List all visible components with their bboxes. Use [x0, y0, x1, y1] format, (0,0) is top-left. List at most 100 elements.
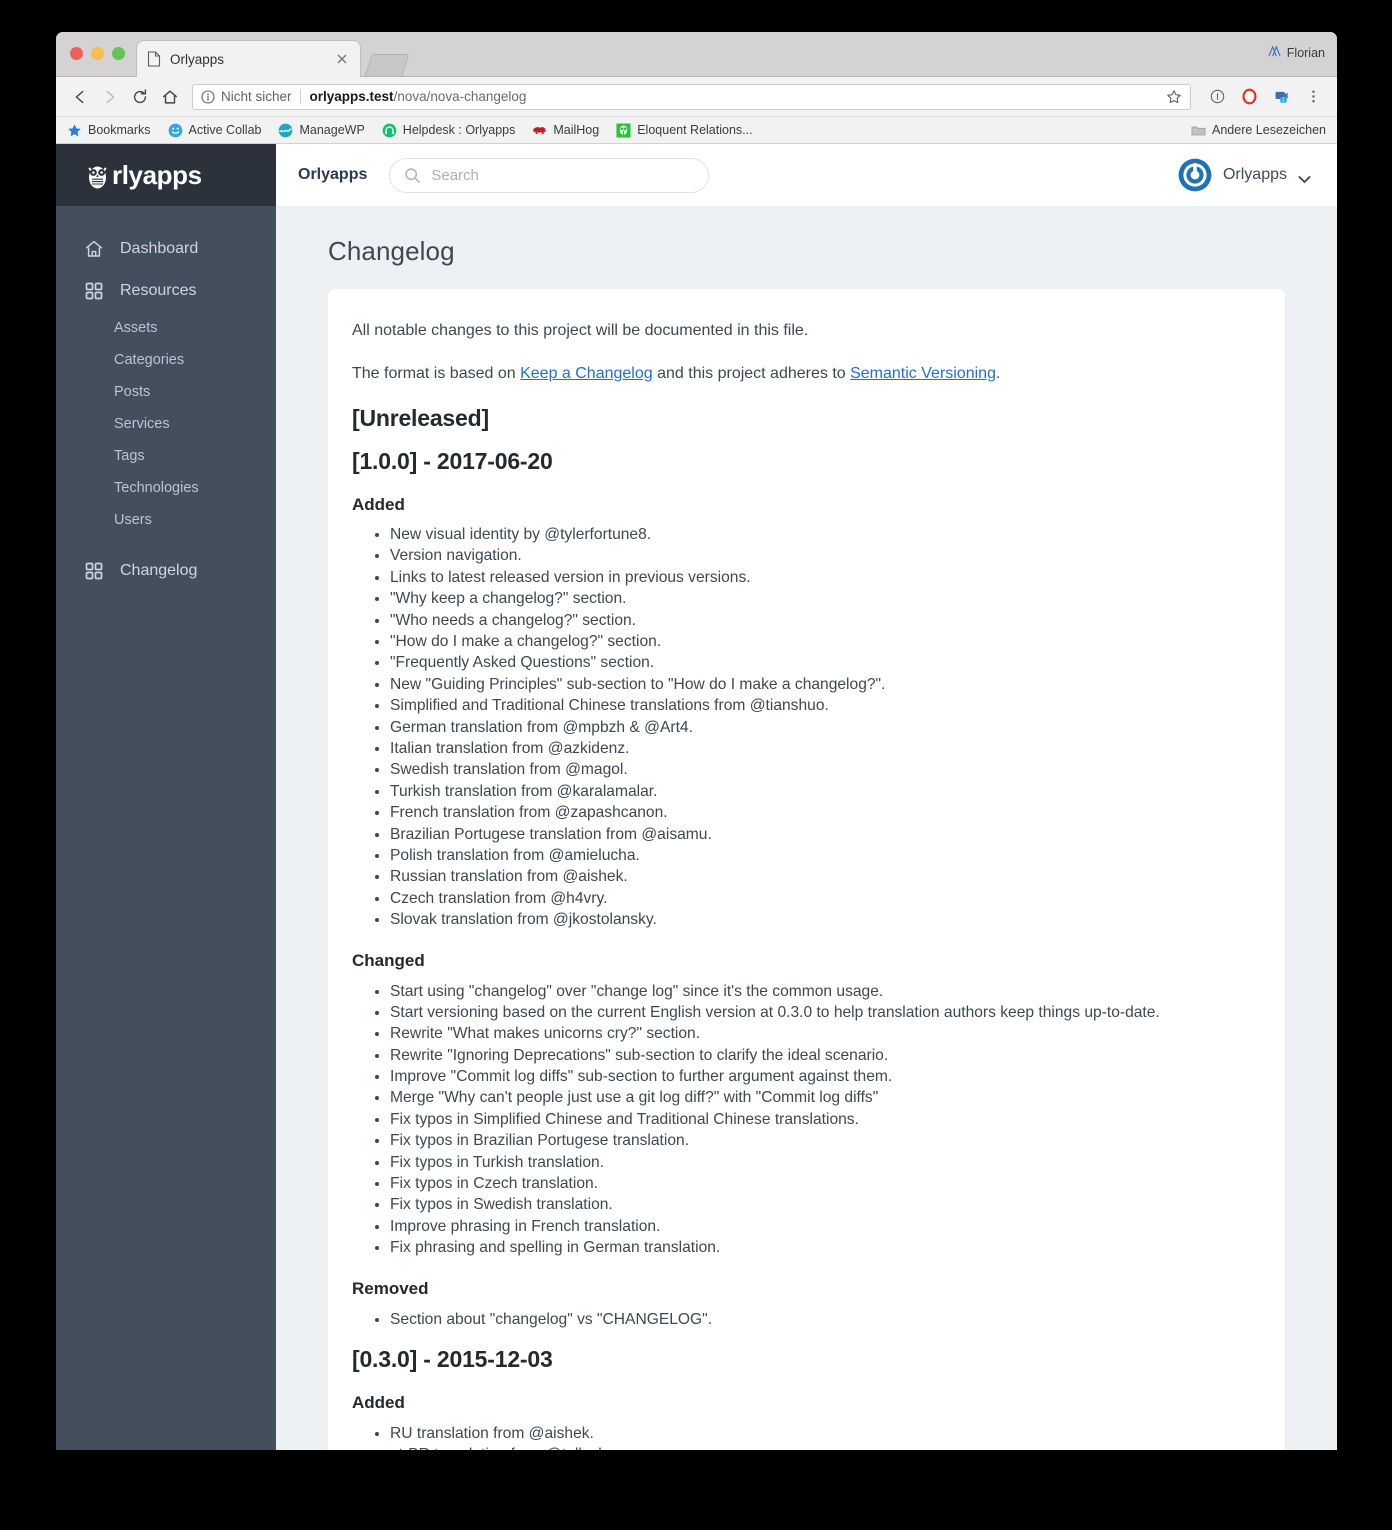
extension-cast-icon[interactable]: 1 — [1267, 83, 1295, 111]
forward-button[interactable] — [96, 83, 124, 111]
logo-text: rlyapps — [112, 159, 202, 190]
address-bar[interactable]: Nicht sicher orlyapps.test /nova/nova-ch… — [192, 83, 1191, 110]
window-controls[interactable] — [70, 47, 125, 60]
app-topbar: Orlyapps Search Orlyapps — [276, 144, 1337, 206]
browser-toolbar: Nicht sicher orlyapps.test /nova/nova-ch… — [56, 77, 1337, 117]
maximize-window-button[interactable] — [112, 47, 125, 60]
sidebar-item-assets[interactable]: Assets — [56, 312, 276, 344]
list-item: Start using "changelog" over "change log… — [390, 981, 1247, 1002]
brand-label[interactable]: Orlyapps — [298, 166, 367, 184]
new-tab-button[interactable] — [364, 54, 410, 76]
bookmark-item-bookmarks[interactable]: Bookmarks — [67, 123, 151, 138]
sidebar-item-users[interactable]: Users — [56, 504, 276, 536]
tab-strip: Orlyapps Florian — [56, 32, 1337, 77]
keep-a-changelog-link[interactable]: Keep a Changelog — [520, 365, 653, 382]
url-path: /nova/nova-changelog — [393, 89, 527, 104]
changelog-card: All notable changes to this project will… — [328, 289, 1285, 1450]
back-button[interactable] — [66, 83, 94, 111]
change-list: RU translation from @aishek.pt-BR transl… — [352, 1423, 1247, 1450]
list-item: "Why keep a changelog?" section. — [390, 589, 1247, 610]
other-bookmarks-folder[interactable]: Andere Lesezeichen — [1191, 123, 1326, 138]
bookmark-item-active-collab[interactable]: Active Collab — [168, 123, 262, 138]
list-item: Merge "Why can't people just use a git l… — [390, 1088, 1247, 1109]
list-item: Fix typos in Czech translation. — [390, 1174, 1247, 1195]
info-circle-icon[interactable] — [201, 89, 215, 104]
change-group-heading: Added — [352, 494, 405, 514]
semantic-versioning-link[interactable]: Semantic Versioning — [850, 365, 996, 382]
change-group-heading: Changed — [352, 951, 425, 971]
sidebar-item-dashboard[interactable]: Dashboard — [56, 228, 276, 270]
list-item: Simplified and Traditional Chinese trans… — [390, 696, 1247, 717]
list-item: "Who needs a changelog?" section. — [390, 610, 1247, 631]
sidebar-nav: Dashboard Resources Assets Categories Po… — [56, 206, 276, 592]
user-name: Orlyapps — [1222, 166, 1287, 183]
list-item: Fix typos in Turkish translation. — [390, 1152, 1247, 1173]
bookmark-star-icon[interactable] — [1166, 89, 1182, 105]
bookmark-item-helpdesk[interactable]: Helpdesk : Orlyapps — [382, 123, 515, 138]
search-placeholder: Search — [431, 166, 479, 184]
page-title: Changelog — [328, 236, 455, 266]
sidebar-item-services[interactable]: Services — [56, 408, 276, 440]
sidebar-item-label: Dashboard — [120, 240, 199, 257]
close-window-button[interactable] — [70, 47, 83, 60]
list-item: Brazilian Portugese translation from @ai… — [390, 824, 1247, 845]
list-item: Slovak translation from @jkostolansky. — [390, 910, 1247, 931]
bookmark-item-eloquent-relations[interactable]: Eloquent Relations... — [616, 122, 753, 138]
list-item: Rewrite "What makes unicorns cry?" secti… — [390, 1024, 1247, 1045]
list-item: Russian translation from @aishek. — [390, 867, 1247, 888]
managewp-icon — [278, 123, 293, 138]
security-status-label: Nicht sicher — [221, 89, 292, 104]
list-item: pt-BR translation from @tallesl. — [390, 1445, 1247, 1450]
version-heading: [Unreleased] — [352, 404, 489, 431]
list-item: Turkish translation from @karalamalar. — [390, 781, 1247, 802]
sidebar-item-technologies[interactable]: Technologies — [56, 472, 276, 504]
owl-logo-icon — [84, 161, 111, 190]
change-group-heading: Removed — [352, 1279, 429, 1299]
profile-indicator[interactable]: Florian — [1268, 45, 1325, 61]
bookmark-item-mailhog[interactable]: MailHog — [532, 123, 599, 138]
list-item: Fix typos in Simplified Chinese and Trad… — [390, 1109, 1247, 1130]
sidebar-item-resources[interactable]: Resources — [56, 270, 276, 312]
helpdesk-icon — [382, 123, 397, 138]
intro-paragraph-1: All notable changes to this project will… — [352, 322, 809, 339]
sidebar-header: rlyapps — [56, 144, 276, 206]
list-item: Czech translation from @h4vry. — [390, 888, 1247, 909]
sidebar-item-changelog[interactable]: Changelog — [56, 550, 276, 592]
list-item: "Frequently Asked Questions" section. — [390, 653, 1247, 674]
list-item: Swedish translation from @magol. — [390, 760, 1247, 781]
browser-tab[interactable]: Orlyapps — [136, 40, 361, 77]
changelog-sections: [Unreleased] [1.0.0] - 2017-06-20 Added New… — [352, 405, 1247, 1450]
change-list: Start using "changelog" over "change log… — [352, 981, 1247, 1259]
list-item: German translation from @mpbzh & @Art4. — [390, 717, 1247, 738]
chevron-down-icon[interactable] — [1298, 171, 1311, 183]
toolbar-extensions: 1 — [1199, 83, 1327, 111]
extension-info-icon[interactable] — [1203, 83, 1231, 111]
search-input[interactable]: Search — [389, 157, 710, 193]
sidebar-item-posts[interactable]: Posts — [56, 376, 276, 408]
extension-opera-icon[interactable] — [1235, 83, 1263, 111]
close-tab-icon[interactable] — [334, 51, 350, 67]
avatar — [1178, 158, 1212, 192]
reload-button[interactable] — [126, 83, 154, 111]
home-button[interactable] — [156, 83, 184, 111]
sidebar-item-categories[interactable]: Categories — [56, 344, 276, 376]
app-logo[interactable]: rlyapps — [84, 160, 202, 191]
chrome-menu-button[interactable] — [1299, 83, 1327, 111]
sidebar-item-tags[interactable]: Tags — [56, 440, 276, 472]
omnibox-divider — [299, 89, 301, 104]
bookmark-label: Active Collab — [188, 123, 262, 137]
user-menu[interactable]: Orlyapps — [1178, 158, 1311, 192]
intro-post: . — [995, 364, 1001, 382]
browser-window: Orlyapps Florian Nicht sicher orlyapps.t… — [56, 32, 1337, 1450]
list-item: Improve phrasing in French translation. — [390, 1216, 1247, 1237]
tab-title: Orlyapps — [170, 51, 225, 67]
folder-icon — [1191, 123, 1206, 138]
other-bookmarks-label: Andere Lesezeichen — [1212, 123, 1326, 137]
bookmark-label: MailHog — [553, 123, 600, 137]
minimize-window-button[interactable] — [91, 47, 104, 60]
sidebar-item-label: Resources — [120, 282, 197, 299]
profile-avatar-icon — [1268, 45, 1281, 61]
list-item: Fix typos in Swedish translation. — [390, 1195, 1247, 1216]
url-host: orlyapps.test — [309, 89, 394, 104]
bookmark-item-managewp[interactable]: ManageWP — [278, 123, 365, 138]
